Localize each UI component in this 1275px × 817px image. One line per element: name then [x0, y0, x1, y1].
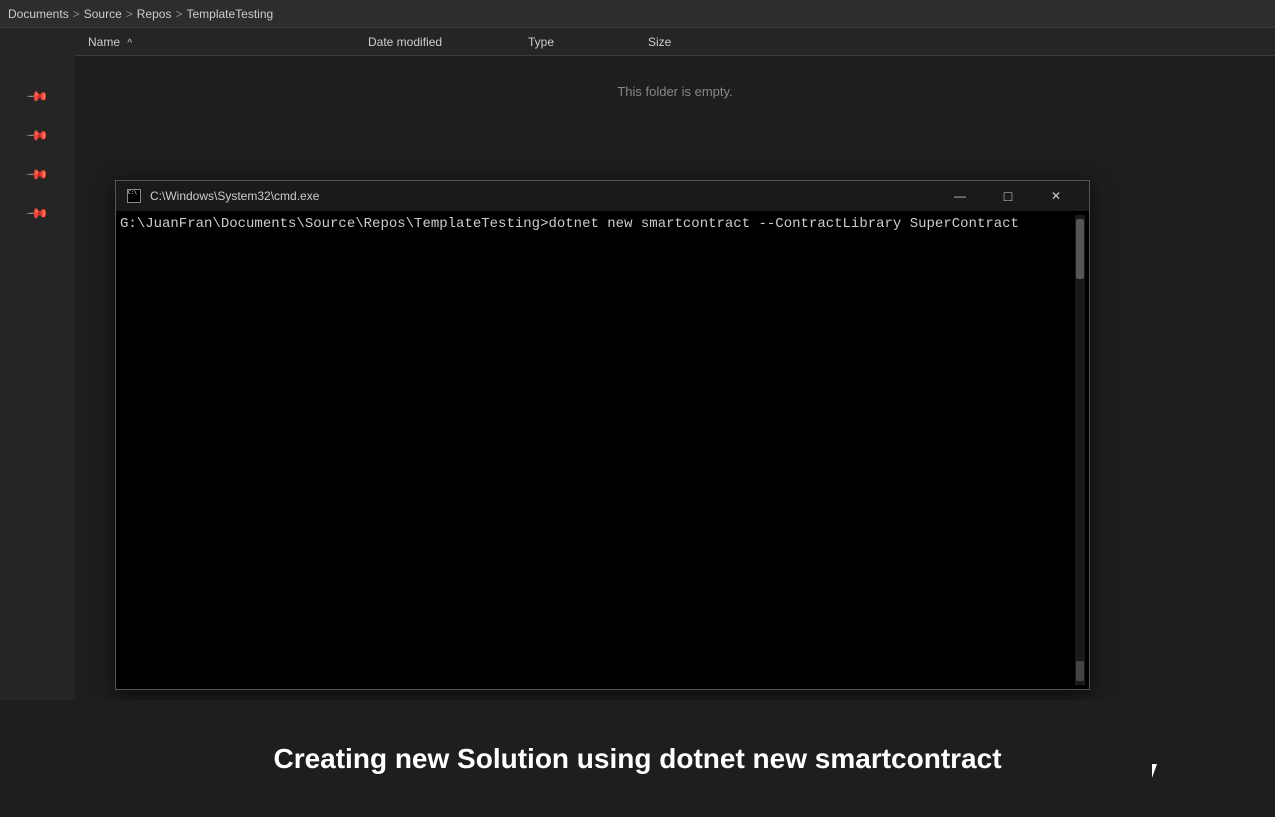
scrollbar-thumb-bottom	[1076, 661, 1084, 681]
scrollbar-thumb-top	[1076, 219, 1084, 279]
breadcrumb-source[interactable]: Source	[84, 7, 122, 21]
col-header-name[interactable]: Name ^	[80, 35, 360, 49]
breadcrumb-documents[interactable]: Documents	[8, 7, 69, 21]
pin-icon-4[interactable]: 📌	[25, 201, 49, 225]
breadcrumb-sep-3: >	[175, 7, 182, 21]
col-header-type[interactable]: Type	[520, 35, 640, 49]
breadcrumb-repos[interactable]: Repos	[137, 7, 172, 21]
breadcrumb: Documents > Source > Repos > TemplateTes…	[8, 7, 273, 21]
cmd-icon-box	[127, 189, 141, 203]
cmd-command-line: G:\JuanFran\Documents\Source\Repos\Templ…	[120, 215, 1075, 235]
sort-arrow-icon: ^	[127, 38, 132, 49]
pin-icon-3[interactable]: 📌	[25, 162, 49, 186]
cmd-minimize-button[interactable]	[937, 181, 983, 211]
pin-icon-2[interactable]: 📌	[25, 123, 49, 147]
address-bar: Documents > Source > Repos > TemplateTes…	[0, 0, 1275, 28]
bottom-caption: Creating new Solution using dotnet new s…	[0, 700, 1275, 817]
cmd-maximize-button[interactable]	[985, 181, 1031, 211]
cmd-window: C:\Windows\System32\cmd.exe G:\JuanFran\…	[115, 180, 1090, 690]
scrollbar-track[interactable]	[1075, 215, 1085, 685]
caption-text: Creating new Solution using dotnet new s…	[273, 743, 1001, 775]
cmd-content: G:\JuanFran\Documents\Source\Repos\Templ…	[116, 211, 1089, 689]
cmd-scrollbar[interactable]	[1075, 215, 1085, 685]
cmd-app-icon	[126, 188, 142, 204]
cmd-controls	[937, 181, 1079, 211]
breadcrumb-templatetesting[interactable]: TemplateTesting	[186, 7, 273, 21]
col-header-date[interactable]: Date modified	[360, 35, 520, 49]
cmd-titlebar: C:\Windows\System32\cmd.exe	[116, 181, 1089, 211]
col-header-size[interactable]: Size	[640, 35, 740, 49]
column-headers: Name ^ Date modified Type Size	[0, 28, 1275, 56]
cmd-close-button[interactable]	[1033, 181, 1079, 211]
breadcrumb-sep-1: >	[73, 7, 80, 21]
empty-folder-label: This folder is empty.	[75, 84, 1275, 99]
breadcrumb-sep-2: >	[126, 7, 133, 21]
cmd-text-area[interactable]: G:\JuanFran\Documents\Source\Repos\Templ…	[120, 215, 1075, 685]
sidebar: 📌 📌 📌 📌	[0, 28, 75, 700]
pin-icon-1[interactable]: 📌	[25, 84, 49, 108]
cmd-title-text: C:\Windows\System32\cmd.exe	[150, 189, 937, 203]
